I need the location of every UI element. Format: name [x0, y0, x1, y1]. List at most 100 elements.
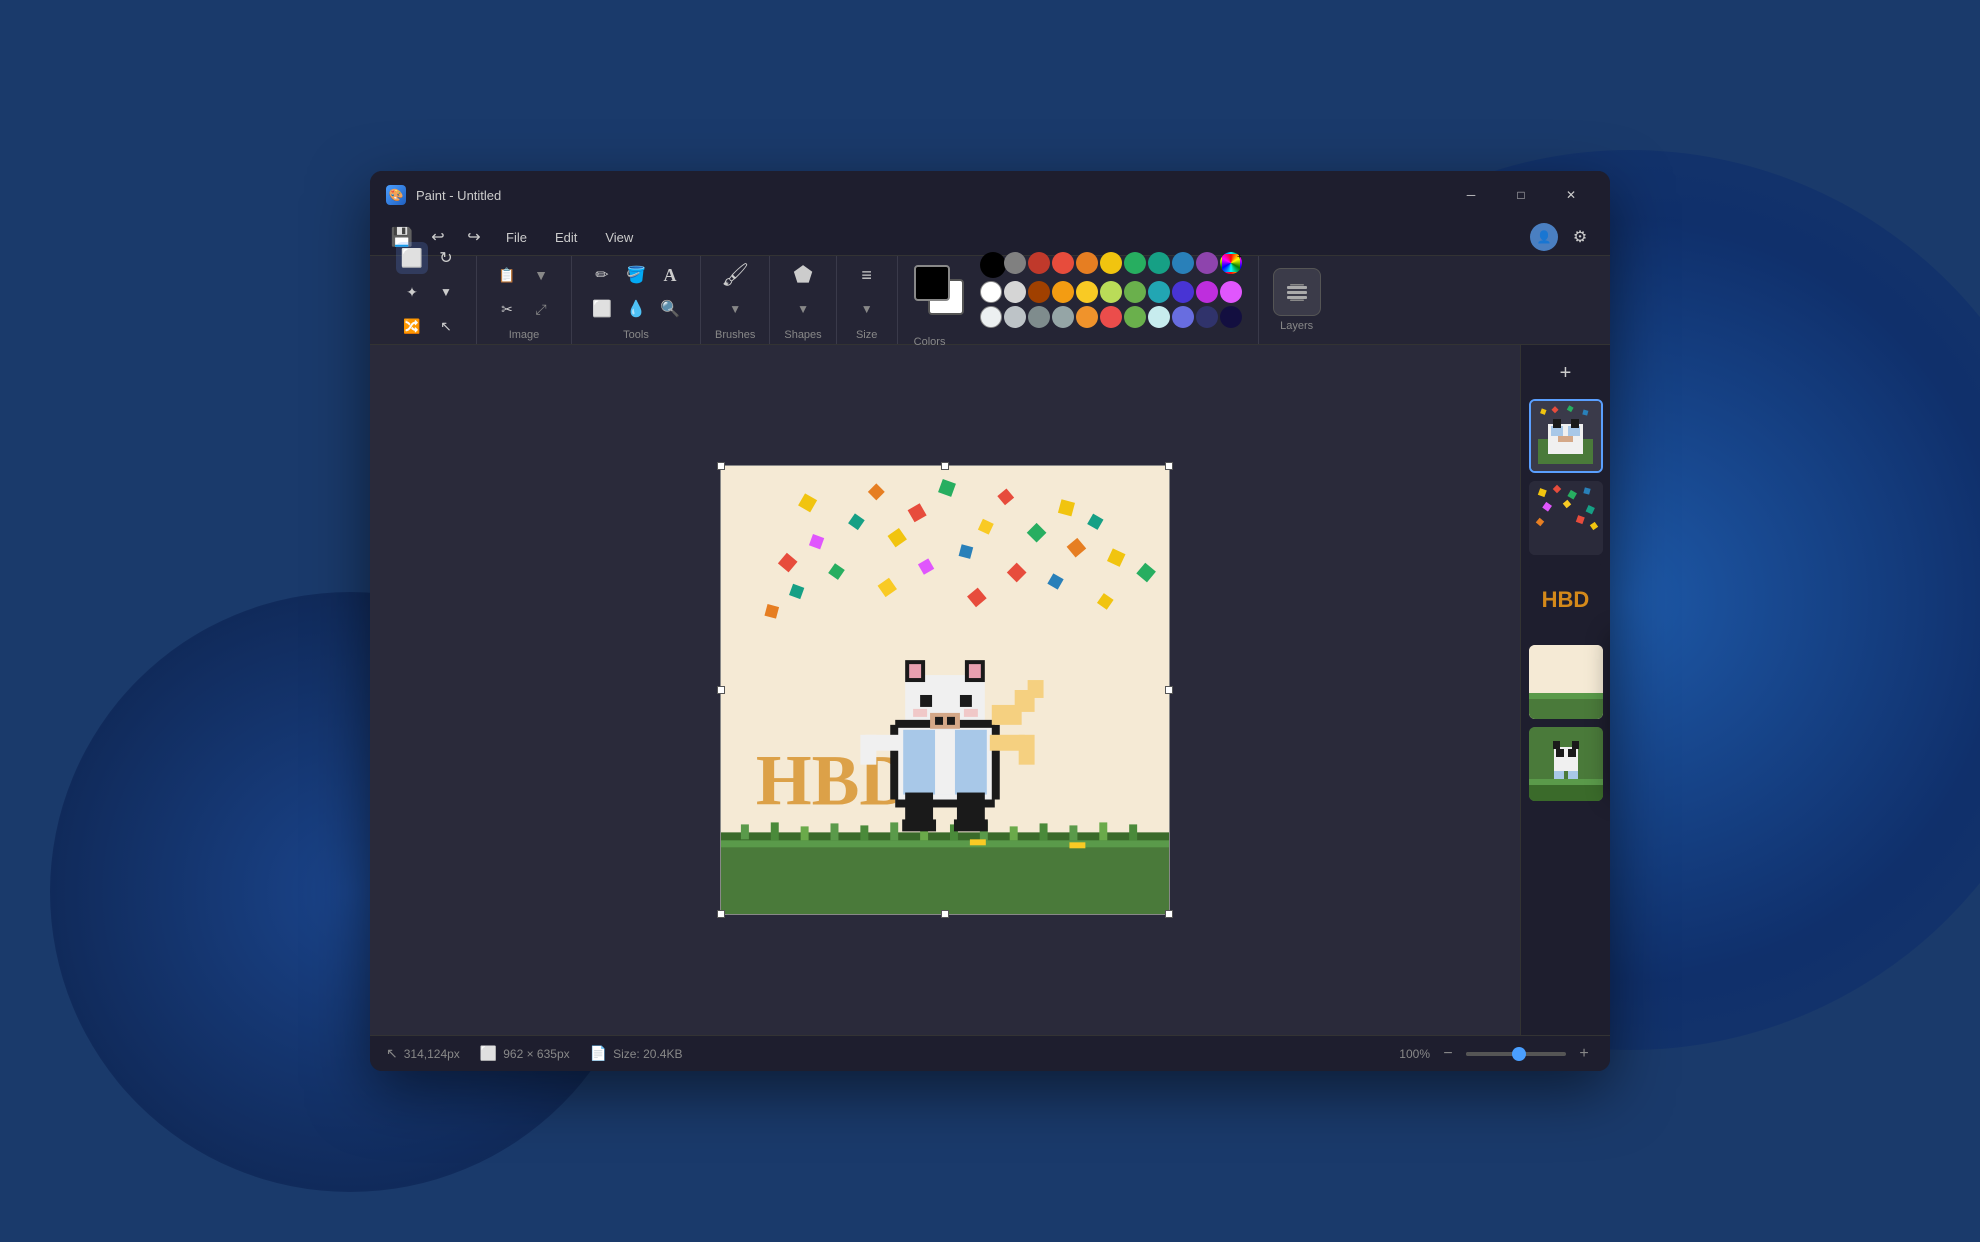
maximize-button[interactable]: □ [1498, 179, 1544, 211]
color-swatch-teal[interactable] [1148, 252, 1170, 274]
color-swatch-yellow2[interactable] [1076, 281, 1098, 303]
select-arrow-button[interactable]: ↖ [430, 310, 462, 342]
select-magic-button[interactable]: ✦ [396, 276, 428, 308]
color-swatch-purple[interactable] [1196, 252, 1218, 274]
layer-thumb-1[interactable] [1529, 399, 1603, 473]
color-swatch-darkgray[interactable] [1028, 306, 1050, 328]
color-swatch-coral[interactable] [1100, 306, 1122, 328]
color-swatch-yellow[interactable] [1100, 252, 1122, 274]
fill-button[interactable]: 🪣 [620, 259, 652, 291]
handle-top-right[interactable] [1165, 462, 1173, 470]
shapes-main-button[interactable]: ⬟ [787, 259, 819, 291]
color-swatch-gray[interactable] [1004, 252, 1026, 274]
settings-icon[interactable]: ⚙ [1566, 223, 1594, 251]
app-icon: 🎨 [386, 185, 406, 205]
layer-thumb-3[interactable]: HBD [1529, 563, 1603, 637]
minimize-button[interactable]: ─ [1448, 179, 1494, 211]
layer-thumb-4[interactable] [1529, 645, 1603, 719]
zoom-button[interactable]: 🔍 [654, 293, 686, 325]
zoom-controls: 100% − + [1399, 1044, 1594, 1064]
size-dropdown-button[interactable]: ▼ [851, 293, 883, 325]
handle-top-middle[interactable] [941, 462, 949, 470]
menu-edit[interactable]: Edit [543, 226, 589, 249]
cursor-pos-text: 314,124px [404, 1047, 460, 1061]
color-pick-button[interactable]: 💧 [620, 293, 652, 325]
layer-thumb-2[interactable] [1529, 481, 1603, 555]
color-swatch-blue[interactable] [1172, 252, 1194, 274]
layers-toggle-button[interactable] [1273, 268, 1321, 316]
brush-main-button[interactable]: 🖌 [719, 259, 751, 291]
handle-middle-left[interactable] [717, 686, 725, 694]
layers-toolbar-section: Layers [1259, 256, 1335, 344]
title-bar: 🎨 Paint - Untitled ─ □ ✕ [370, 171, 1610, 219]
color-swatch-indigo[interactable] [1172, 281, 1194, 303]
pencil-button[interactable]: ✏ [586, 259, 618, 291]
handle-bottom-right[interactable] [1165, 910, 1173, 918]
image-paste-button[interactable]: ▼ [525, 259, 557, 291]
select-brush-button[interactable]: 🔀 [396, 310, 428, 342]
color-swatch-cyan[interactable] [1148, 281, 1170, 303]
color-swatch-orange2[interactable] [1076, 306, 1098, 328]
color-swatch-sage[interactable] [1124, 306, 1146, 328]
color-swatch-gold[interactable] [1052, 281, 1074, 303]
zoom-in-button[interactable]: + [1574, 1044, 1594, 1064]
image-resize-button[interactable]: ⤢ [525, 293, 557, 325]
zoom-slider[interactable] [1466, 1052, 1566, 1056]
color-swatch-lightgray[interactable] [1004, 281, 1026, 303]
redo-button[interactable]: ↪ [458, 221, 490, 253]
color-swatch-brown[interactable] [1028, 281, 1050, 303]
eraser-button[interactable]: ⬜ [586, 293, 618, 325]
select-rect-button[interactable]: ⬜ [396, 242, 428, 274]
colors-section: + [898, 256, 1259, 344]
image-crop-button[interactable]: ✂ [491, 293, 523, 325]
color-swatch-white[interactable] [980, 281, 1002, 303]
size-main-button[interactable]: ≡ [851, 259, 883, 291]
color-swatch-offwhite[interactable] [980, 306, 1002, 328]
color-swatch-green[interactable] [1124, 252, 1146, 274]
shapes-section: ⬟ ▼ Shapes [770, 256, 836, 344]
menu-view[interactable]: View [593, 226, 645, 249]
color-swatch-silver[interactable] [1004, 306, 1026, 328]
text-button[interactable]: A [654, 259, 686, 291]
svg-text:HBD: HBD [756, 740, 911, 820]
zoom-level-text: 100% [1399, 1047, 1430, 1061]
handle-bottom-middle[interactable] [941, 910, 949, 918]
user-avatar[interactable]: 👤 [1530, 223, 1558, 251]
handle-top-left[interactable] [717, 462, 725, 470]
cursor-icon: ↖ [386, 1045, 398, 1062]
menu-file[interactable]: File [494, 226, 539, 249]
add-layer-button[interactable]: + [1548, 355, 1584, 391]
foreground-color-swatch[interactable] [914, 265, 950, 301]
size-label: Size [856, 329, 877, 341]
layer-thumb-5[interactable] [1529, 727, 1603, 801]
close-button[interactable]: ✕ [1548, 179, 1594, 211]
color-swatch-pink[interactable] [1220, 281, 1242, 303]
status-bar: ↖ 314,124px ⬜ 962 × 635px 📄 Size: 20.4KB… [370, 1035, 1610, 1071]
color-swatch-red[interactable] [1052, 252, 1074, 274]
image-copy-button[interactable]: 📋 [491, 259, 523, 291]
select-dropdown-button[interactable]: ▼ [430, 276, 462, 308]
selection-section: ⬜ ↻ ✦ ▼ 🔀 ↖ Selection [382, 256, 477, 344]
color-swatch-red-dark[interactable] [1028, 252, 1050, 274]
color-swatch-orange[interactable] [1076, 252, 1098, 274]
size-section: ≡ ▼ Size [837, 256, 898, 344]
color-swatch-darknavy[interactable] [1220, 306, 1242, 328]
color-swatch-lightblue[interactable] [1148, 306, 1170, 328]
zoom-out-button[interactable]: − [1438, 1044, 1458, 1064]
color-swatch-navy[interactable] [1196, 306, 1218, 328]
select-rotate-button[interactable]: ↻ [430, 242, 462, 274]
color-swatch-lime[interactable] [1100, 281, 1122, 303]
handle-middle-right[interactable] [1165, 686, 1173, 694]
color-swatch-midgray[interactable] [1052, 306, 1074, 328]
handle-bottom-left[interactable] [717, 910, 725, 918]
color-swatch-periwinkle[interactable] [1172, 306, 1194, 328]
color-swatch-rainbow[interactable]: + [1220, 252, 1242, 274]
layers-label: Layers [1280, 320, 1313, 332]
color-swatch-black[interactable] [980, 252, 1006, 278]
main-canvas[interactable]: HBD [370, 345, 1520, 1035]
shapes-dropdown-button[interactable]: ▼ [787, 293, 819, 325]
color-swatch-green2[interactable] [1124, 281, 1146, 303]
color-swatch-violet[interactable] [1196, 281, 1218, 303]
brush-dropdown-button[interactable]: ▼ [719, 293, 751, 325]
layers-panel: + [1520, 345, 1610, 1035]
